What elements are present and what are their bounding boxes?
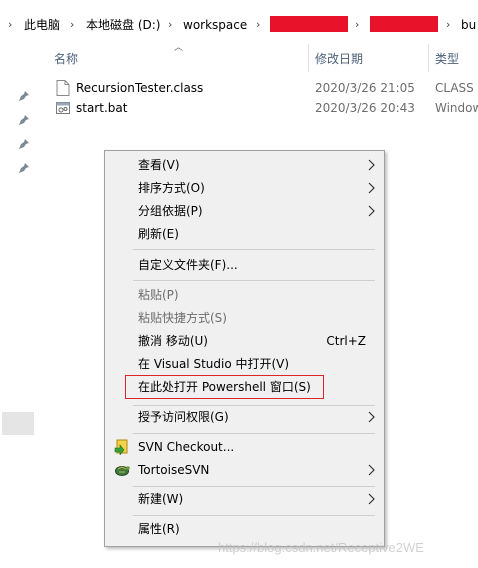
chevron-right-icon (368, 464, 375, 476)
column-divider[interactable] (308, 44, 309, 72)
tortoise-icon (115, 466, 130, 476)
context-menu: 查看(V) 排序方式(O) 分组依据(P) 刷新(E) 自定义文件夹(F)...… (104, 150, 385, 547)
menu-item-label: 查看(V) (138, 158, 180, 172)
menu-item-label: 自定义文件夹(F)... (138, 258, 238, 272)
watermark: https://blog.csdn.net/Receptive2WE (218, 540, 424, 555)
menu-item-customize-folder[interactable]: 自定义文件夹(F)... (105, 254, 384, 277)
column-divider[interactable] (428, 44, 429, 72)
pin-icon (19, 139, 29, 149)
breadcrumb-separator-icon[interactable]: › (355, 16, 359, 34)
redacted-folder-name (270, 16, 348, 32)
menu-item-open-in-visual-studio[interactable]: 在 Visual Studio 中打开(V) (105, 353, 384, 376)
pin-icon (19, 163, 29, 173)
breadcrumb-current-folder[interactable]: bu (461, 16, 476, 34)
menu-item-properties[interactable]: 属性(R) (105, 518, 384, 541)
redacted-folder-name (370, 16, 438, 32)
menu-separator (133, 515, 375, 516)
breadcrumb-this-pc[interactable]: 此电脑 (24, 16, 60, 34)
menu-item-refresh[interactable]: 刷新(E) (105, 223, 384, 246)
menu-item-label: TortoiseSVN (138, 463, 210, 477)
menu-item-label: 粘贴(P) (138, 288, 179, 302)
menu-item-paste[interactable]: 粘贴(P) (105, 284, 384, 307)
breadcrumb-separator-icon[interactable]: › (70, 16, 74, 34)
menu-separator (133, 486, 375, 487)
breadcrumb-separator-icon[interactable]: › (8, 16, 12, 34)
menu-item-sort[interactable]: 排序方式(O) (105, 177, 384, 200)
menu-item-label: SVN Checkout... (138, 440, 235, 454)
column-header-date-modified[interactable]: 修改日期 (315, 50, 363, 68)
breadcrumb: › 此电脑 › 本地磁盘 (D:) › workspace › › › bu (0, 0, 478, 44)
bat-file-icon (56, 102, 70, 114)
file-name: start.bat (76, 101, 128, 115)
svn-checkout-icon (114, 439, 128, 455)
file-date-modified: 2020/3/26 20:43 (315, 101, 415, 115)
chevron-right-icon (368, 182, 375, 194)
file-type: CLASS 文 (435, 81, 478, 95)
highlight-box (125, 375, 324, 399)
pin-icon (19, 91, 29, 101)
menu-item-label: 在 Visual Studio 中打开(V) (138, 357, 290, 371)
menu-separator (133, 433, 375, 434)
menu-item-group[interactable]: 分组依据(P) (105, 200, 384, 223)
file-name: RecursionTester.class (76, 81, 204, 95)
menu-item-label: 排序方式(O) (138, 181, 205, 195)
menu-item-label: 撤消 移动(U) (138, 334, 208, 348)
menu-item-label: 刷新(E) (138, 227, 179, 241)
menu-separator (133, 249, 375, 250)
sort-ascending-icon: ︿ (174, 43, 184, 53)
menu-item-shortcut: Ctrl+Z (326, 334, 366, 348)
menu-item-svn-checkout[interactable]: SVN Checkout... (105, 436, 384, 459)
column-header-type[interactable]: 类型 (435, 50, 459, 68)
menu-item-label: 授予访问权限(G) (138, 410, 229, 424)
breadcrumb-drive-d[interactable]: 本地磁盘 (D:) (86, 16, 160, 34)
file-row[interactable]: start.bat 2020/3/26 20:43 Window (48, 98, 478, 118)
menu-item-give-access[interactable]: 授予访问权限(G) (105, 406, 384, 429)
menu-item-new[interactable]: 新建(W) (105, 488, 384, 511)
chevron-right-icon (368, 411, 375, 423)
file-date-modified: 2020/3/26 21:05 (315, 81, 415, 95)
chevron-right-icon (368, 205, 375, 217)
menu-item-paste-shortcut[interactable]: 粘贴快捷方式(S) (105, 307, 384, 330)
chevron-right-icon (368, 159, 375, 171)
file-row[interactable]: RecursionTester.class 2020/3/26 21:05 CL… (48, 78, 478, 98)
class-file-icon (56, 80, 70, 96)
breadcrumb-separator-icon[interactable]: › (168, 16, 172, 34)
menu-item-label: 新建(W) (138, 492, 184, 506)
menu-separator (133, 280, 375, 281)
file-type: Window (435, 101, 478, 115)
menu-item-label: 粘贴快捷方式(S) (138, 311, 227, 325)
column-header-name[interactable]: 名称 (54, 50, 78, 68)
menu-item-label: 分组依据(P) (138, 204, 203, 218)
breadcrumb-separator-icon[interactable]: › (256, 16, 260, 34)
menu-item-tortoisesvn[interactable]: TortoiseSVN (105, 459, 384, 482)
menu-item-undo-move[interactable]: 撤消 移动(U) Ctrl+Z (105, 330, 384, 353)
menu-item-label: 属性(R) (138, 522, 180, 536)
chevron-right-icon (368, 493, 375, 505)
navigation-pane-selected-item[interactable] (2, 412, 34, 435)
menu-item-view[interactable]: 查看(V) (105, 154, 384, 177)
pin-icon (19, 115, 29, 125)
breadcrumb-workspace[interactable]: workspace (183, 16, 247, 34)
breadcrumb-separator-icon[interactable]: › (446, 16, 450, 34)
